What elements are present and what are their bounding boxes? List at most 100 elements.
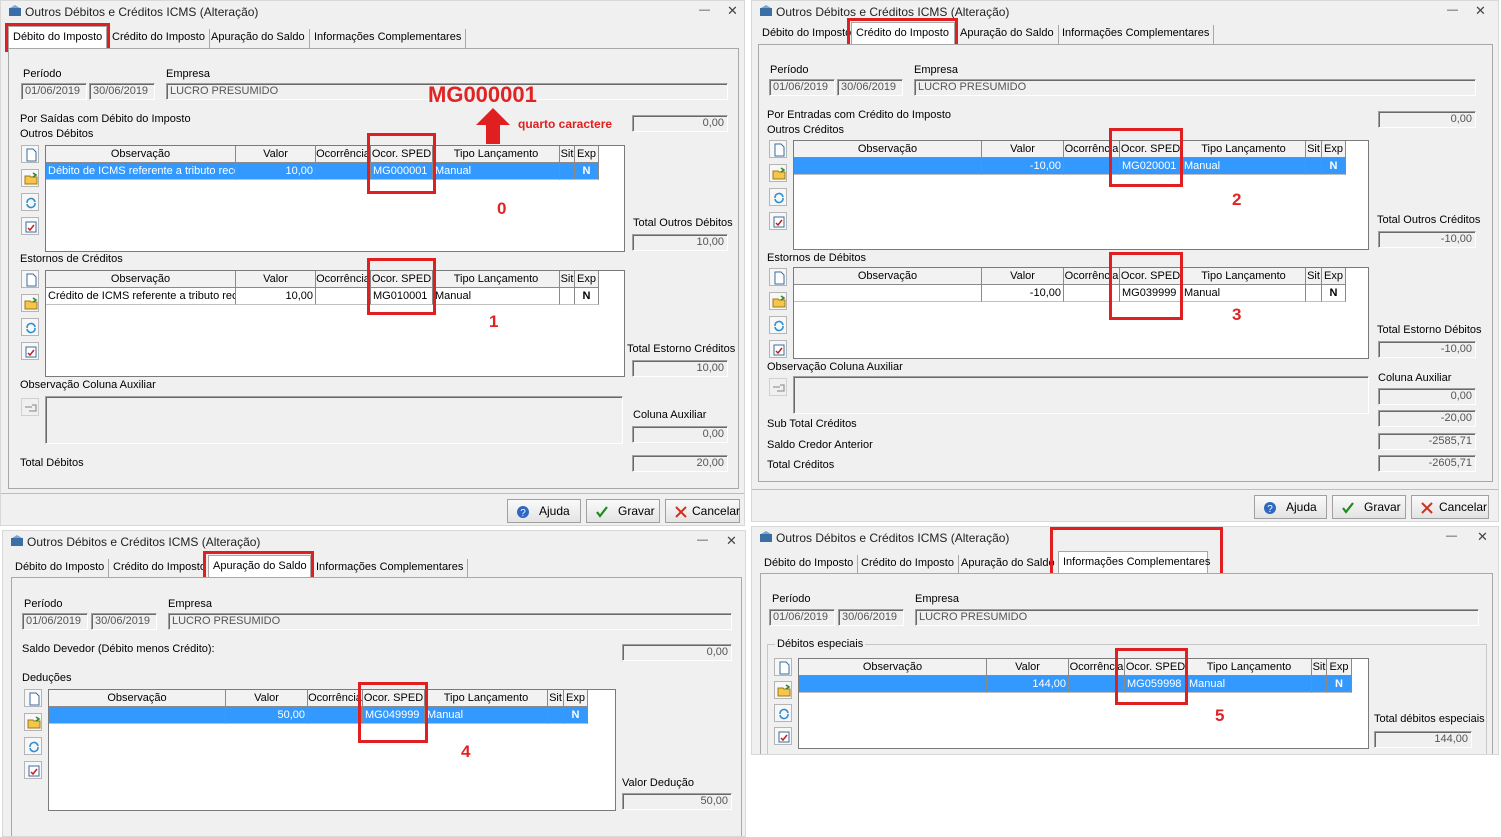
table-row[interactable]: Débito de ICMS referente a tributo reco …	[46, 163, 599, 180]
date-from-field[interactable]: 01/06/2019	[769, 609, 835, 626]
tab-debito-imposto[interactable]: Débito do Imposto	[760, 555, 859, 574]
minimize-icon[interactable]: —	[699, 4, 710, 16]
col-exp[interactable]: Exp	[1327, 659, 1352, 676]
date-to-field[interactable]: 30/06/2019	[91, 613, 157, 630]
col-sit[interactable]: Sit	[560, 271, 575, 288]
open-folder-icon[interactable]	[24, 713, 42, 731]
col-sit[interactable]: Sit	[1306, 268, 1322, 285]
col-tipo-lancamento[interactable]: Tipo Lançamento	[1182, 268, 1306, 285]
col-exp[interactable]: Exp	[575, 271, 599, 288]
refresh-icon[interactable]	[21, 193, 39, 211]
report-icon[interactable]	[774, 727, 792, 745]
empresa-field[interactable]: LUCRO PRESUMIDO	[915, 609, 1479, 626]
date-to-field[interactable]: 30/06/2019	[837, 79, 903, 96]
col-exp[interactable]: Exp	[564, 690, 588, 707]
tab-credito-imposto[interactable]: Crédito do Imposto	[109, 559, 211, 578]
col-valor[interactable]: Valor	[236, 271, 316, 288]
new-icon[interactable]	[774, 658, 792, 676]
minimize-icon[interactable]: —	[1447, 4, 1458, 16]
report-icon[interactable]	[769, 340, 787, 358]
date-from-field[interactable]: 01/06/2019	[21, 83, 87, 100]
col-sit[interactable]: Sit	[560, 146, 575, 163]
tab-apuracao-saldo[interactable]: Apuração do Saldo	[957, 555, 1060, 574]
col-exp[interactable]: Exp	[1322, 141, 1346, 158]
col-valor[interactable]: Valor	[982, 268, 1064, 285]
new-icon[interactable]	[769, 268, 787, 286]
open-folder-icon[interactable]	[769, 292, 787, 310]
col-observacao[interactable]: Observação	[46, 146, 236, 163]
cancelar-button[interactable]: Cancelar	[1411, 495, 1489, 519]
open-folder-icon[interactable]	[774, 681, 792, 699]
open-folder-icon[interactable]	[21, 294, 39, 312]
gravar-button[interactable]: Gravar	[586, 499, 660, 523]
col-sit[interactable]: Sit	[1306, 141, 1322, 158]
new-icon[interactable]	[769, 140, 787, 158]
col-valor[interactable]: Valor	[226, 690, 308, 707]
gravar-button[interactable]: Gravar	[1332, 495, 1406, 519]
ajuda-button[interactable]: ? Ajuda	[1254, 495, 1327, 519]
empresa-field[interactable]: LUCRO PRESUMIDO	[168, 613, 732, 630]
col-tipo-lancamento[interactable]: Tipo Lançamento	[433, 271, 560, 288]
refresh-icon[interactable]	[21, 318, 39, 336]
tab-informacoes-complementares[interactable]: Informações Complementares	[1058, 25, 1215, 44]
col-tipo-lancamento[interactable]: Tipo Lançamento	[433, 146, 560, 163]
close-icon[interactable]: ✕	[1475, 3, 1486, 19]
tab-apuracao-saldo[interactable]: Apuração do Saldo	[207, 29, 310, 48]
cancelar-button[interactable]: Cancelar	[665, 499, 740, 523]
refresh-icon[interactable]	[24, 737, 42, 755]
close-icon[interactable]: ✕	[726, 533, 737, 549]
col-tipo-lancamento[interactable]: Tipo Lançamento	[425, 690, 548, 707]
col-ocorrencia[interactable]: Ocorrência	[316, 146, 371, 163]
tab-credito-imposto[interactable]: Crédito do Imposto	[857, 555, 959, 574]
tab-debito-imposto[interactable]: Débito do Imposto	[11, 559, 110, 578]
new-icon[interactable]	[21, 270, 39, 288]
table-row[interactable]: 50,00 MG049999 Manual N	[49, 707, 588, 724]
date-to-field[interactable]: 30/06/2019	[838, 609, 904, 626]
col-observacao[interactable]: Observação	[794, 141, 982, 158]
open-folder-icon[interactable]	[21, 169, 39, 187]
col-ocorrencia[interactable]: Ocorrência	[308, 690, 363, 707]
col-valor[interactable]: Valor	[987, 659, 1069, 676]
close-icon[interactable]: ✕	[727, 3, 738, 19]
report-icon[interactable]	[24, 761, 42, 779]
minimize-icon[interactable]: —	[697, 534, 708, 546]
date-from-field[interactable]: 01/06/2019	[769, 79, 835, 96]
table-row[interactable]: Crédito de ICMS referente a tributo reco…	[46, 288, 599, 305]
obs-aux-field[interactable]	[793, 376, 1369, 414]
minimize-icon[interactable]: —	[1446, 530, 1457, 542]
close-icon[interactable]: ✕	[1477, 529, 1488, 545]
tab-apuracao-saldo[interactable]: Apuração do Saldo	[956, 25, 1059, 44]
tab-informacoes-complementares[interactable]: Informações Complementares	[310, 29, 467, 48]
date-to-field[interactable]: 30/06/2019	[89, 83, 155, 100]
col-sit[interactable]: Sit	[548, 690, 564, 707]
new-icon[interactable]	[24, 689, 42, 707]
report-icon[interactable]	[21, 217, 39, 235]
col-exp[interactable]: Exp	[575, 146, 599, 163]
col-valor[interactable]: Valor	[982, 141, 1064, 158]
empresa-field[interactable]: LUCRO PRESUMIDO	[914, 79, 1476, 96]
report-icon[interactable]	[769, 212, 787, 230]
col-tipo-lancamento[interactable]: Tipo Lançamento	[1182, 141, 1306, 158]
date-from-field[interactable]: 01/06/2019	[22, 613, 88, 630]
report-icon[interactable]	[21, 342, 39, 360]
open-folder-icon[interactable]	[769, 164, 787, 182]
refresh-icon[interactable]	[774, 704, 792, 722]
col-sit[interactable]: Sit	[1312, 659, 1327, 676]
col-observacao[interactable]: Observação	[799, 659, 987, 676]
tab-debito-imposto[interactable]: Débito do Imposto	[758, 25, 857, 44]
col-exp[interactable]: Exp	[1322, 268, 1346, 285]
tab-informacoes-complementares[interactable]: Informações Complementares	[312, 559, 469, 578]
ajuda-button[interactable]: ? Ajuda	[507, 499, 581, 523]
col-tipo-lancamento[interactable]: Tipo Lançamento	[1187, 659, 1312, 676]
table-row[interactable]: 144,00 MG059998 Manual N	[799, 676, 1352, 693]
obs-aux-field[interactable]	[45, 396, 623, 444]
tab-credito-imposto[interactable]: Crédito do Imposto	[108, 29, 210, 48]
col-ocorrencia[interactable]: Ocorrência	[316, 271, 371, 288]
col-observacao[interactable]: Observação	[794, 268, 982, 285]
table-row[interactable]: -10,00 MG039999 Manual N	[794, 285, 1346, 302]
refresh-icon[interactable]	[769, 316, 787, 334]
new-icon[interactable]	[21, 145, 39, 163]
col-valor[interactable]: Valor	[236, 146, 316, 163]
col-observacao[interactable]: Observação	[49, 690, 226, 707]
refresh-icon[interactable]	[769, 188, 787, 206]
